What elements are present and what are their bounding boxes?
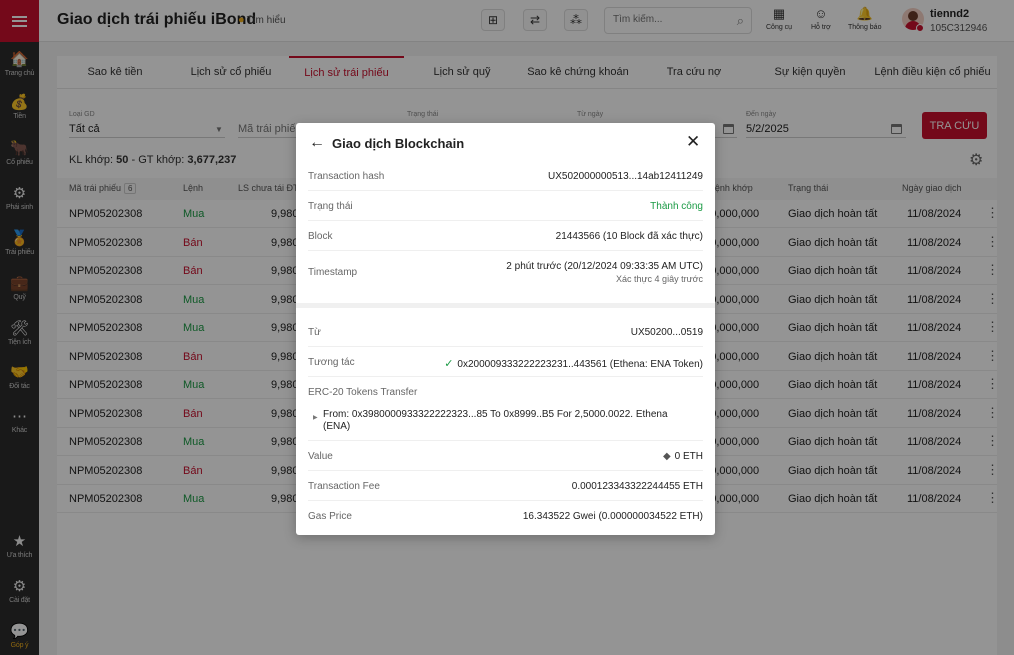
blockchain-modal: ← Giao dịch Blockchain ✕ Transaction has… <box>296 123 715 535</box>
erc20-label: ERC-20 Tokens Transfer <box>308 387 418 398</box>
from-value[interactable]: UX50200...0519 <box>631 327 703 338</box>
ethereum-icon: ◆ <box>662 451 671 462</box>
hash-value[interactable]: UX502000000513...14ab12411249 <box>548 171 703 182</box>
block-row: Block 21443566 (10 Block đã xác thực) <box>308 221 703 251</box>
hash-label: Transaction hash <box>308 171 385 182</box>
timestamp-row: Timestamp 2 phút trước (20/12/2024 09:33… <box>308 251 703 296</box>
interact-row: Tương tác ✓ 0x200009333222223231..443561 … <box>308 347 703 377</box>
timestamp-value: 2 phút trước (20/12/2024 09:33:35 AM UTC… <box>506 261 703 272</box>
status-label: Trạng thái <box>308 201 353 212</box>
fee-value: 0.000123343322244455 ETH <box>571 481 703 492</box>
close-icon[interactable]: ✕ <box>686 132 700 152</box>
gas-row: Gas Price 16.343522 Gwei (0.000000034522… <box>308 501 703 531</box>
block-label: Block <box>308 231 333 242</box>
status-value: Thành công <box>650 201 703 212</box>
fee-row: Transaction Fee 0.000123343322244455 ETH <box>308 471 703 501</box>
value-label: Value <box>308 451 333 462</box>
status-row: Trạng thái Thành công <box>308 191 703 221</box>
check-icon: ✓ <box>444 358 454 370</box>
from-row: Từ UX50200...0519 <box>308 317 703 347</box>
value-value: ◆ 0 ETH <box>662 451 703 462</box>
hash-row: Transaction hash UX502000000513...14ab12… <box>308 161 703 191</box>
erc20-row: ERC-20 Tokens Transfer ▶ From: 0x3980000… <box>308 377 703 441</box>
modal-title: Giao dịch Blockchain <box>332 136 465 151</box>
interact-label: Tương tác <box>308 357 355 368</box>
interact-value[interactable]: ✓ 0x200009333222223231..443561 (Ethena: E… <box>444 357 703 370</box>
block-value: 21443566 (10 Block đã xác thực) <box>555 231 703 242</box>
from-label: Từ <box>308 327 321 338</box>
section-divider <box>296 303 715 308</box>
timestamp-label: Timestamp <box>308 267 358 278</box>
gas-label: Gas Price <box>308 511 352 522</box>
value-row: Value ◆ 0 ETH <box>308 441 703 471</box>
caret-right-icon: ▶ <box>313 415 318 421</box>
erc20-transfer-text: From: 0x3980000933322222323...85 To 0x89… <box>323 409 668 432</box>
fee-label: Transaction Fee <box>308 481 380 492</box>
gas-value: 16.343522 Gwei (0.000000034522 ETH) <box>522 511 703 522</box>
back-arrow-icon[interactable]: ← <box>309 134 325 152</box>
timestamp-sub: Xác thực 4 giây trước <box>616 274 703 284</box>
